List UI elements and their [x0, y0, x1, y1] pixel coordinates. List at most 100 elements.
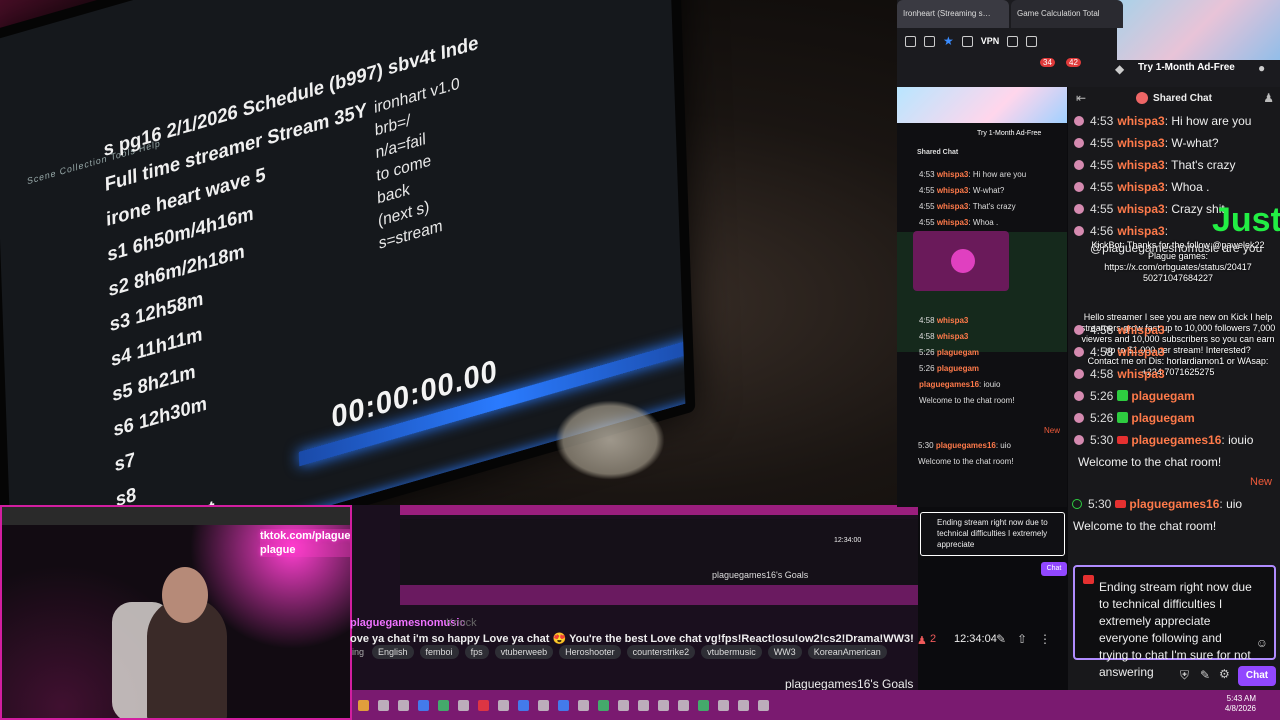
emoji-icon[interactable]: ☺ — [1256, 635, 1268, 652]
new-label: New — [1044, 426, 1061, 435]
system-clock[interactable]: 5:43 AM 4/8/2026 — [1225, 694, 1256, 714]
tag[interactable]: KoreanAmerican — [807, 645, 887, 659]
app-icon[interactable] — [458, 699, 469, 711]
notification-badge: 34 — [1040, 58, 1055, 67]
vscode-icon[interactable] — [418, 699, 429, 711]
legend-list: ironhart v1.0 brb=/ n/a=fail to come bac… — [374, 73, 465, 256]
mod-badge-icon — [1117, 412, 1129, 423]
mini-stream-info — [400, 519, 918, 587]
nested-message: 4:55 whispa3: That's crazy — [919, 202, 1016, 211]
tag[interactable]: femboi — [419, 645, 459, 659]
app-icon[interactable] — [498, 699, 509, 711]
mini-goals: plaguegames16's Goals — [712, 570, 809, 580]
goals-label: plaguegames16's Goals — [785, 677, 914, 691]
app-icon[interactable] — [718, 699, 729, 711]
chat-message: 4:58 whispa3 — [1074, 323, 1165, 337]
voice-popup[interactable] — [913, 231, 1009, 291]
tab-ironheart[interactable]: Ironheart (Streaming s… — [897, 0, 1009, 28]
badge-icon — [1072, 499, 1082, 509]
tag[interactable]: English — [372, 645, 414, 659]
bot-line: 50271047684227 — [1142, 273, 1214, 283]
youtube-badge-icon — [1115, 500, 1127, 508]
mid-message: 5:30 plaguegames16: uio — [918, 441, 1011, 450]
app-icon[interactable] — [678, 699, 689, 711]
camera-icon[interactable] — [1026, 35, 1038, 47]
vpn-button[interactable]: VPN — [981, 36, 1000, 46]
browser-chrome: Ironheart (Streaming s… Game Calculation… — [897, 0, 1280, 87]
chat-send-button[interactable]: Chat — [1238, 666, 1276, 686]
nested-ad-free: Try 1-Month Ad-Free — [977, 130, 1042, 137]
stream-title: ove ya chat i'm so happy Love ya chat 😍 … — [350, 633, 914, 645]
mini-taskbar — [400, 585, 918, 605]
clock-date: 4/8/2026 — [1224, 704, 1256, 713]
chat-input[interactable]: Ending stream right now due to technical… — [1073, 565, 1276, 679]
youtube-icon — [1083, 575, 1094, 584]
shield-icon[interactable]: ⛨ — [1180, 668, 1189, 683]
mid-chat-input[interactable]: Ending stream right now due to technical… — [920, 512, 1065, 556]
app-icon[interactable] — [638, 699, 649, 711]
settings-icon[interactable] — [378, 699, 389, 711]
chat-message: 5:26 plaguegam — [1074, 389, 1195, 403]
mid-chat-button[interactable]: Chat — [1041, 562, 1067, 576]
mid-welcome: Welcome to the chat room! — [918, 457, 1014, 466]
tag[interactable]: fps — [464, 645, 489, 659]
chat-message: 4:58 whispa3 — [1074, 345, 1165, 359]
pencil-icon[interactable]: ✎ — [1200, 668, 1210, 682]
just-overlay: Just — [1212, 201, 1280, 239]
app-icon[interactable] — [438, 699, 449, 711]
app-icon[interactable] — [738, 699, 749, 711]
gear-icon[interactable]: ⚙ — [1219, 667, 1230, 681]
app-icon[interactable] — [398, 699, 409, 711]
badge-icon — [1074, 325, 1084, 335]
users-icon[interactable]: ♟ — [1263, 91, 1274, 105]
notification-badge: 42 — [1066, 58, 1081, 67]
new-messages-label[interactable]: New — [1250, 476, 1272, 488]
taskbar — [352, 690, 1280, 720]
chat-message: 4:55 whispa3: W-what? — [1074, 136, 1219, 150]
chrome-icon[interactable] — [598, 699, 609, 711]
app-icon[interactable] — [758, 699, 769, 711]
tag[interactable]: Heroshooter — [559, 645, 621, 659]
app-icon[interactable] — [538, 699, 549, 711]
nested-shared-chat-header: Shared Chat — [917, 149, 959, 156]
star-icon[interactable]: ★ — [943, 34, 954, 48]
folder-icon[interactable] — [358, 699, 369, 711]
bits-icon[interactable]: ◆ — [1115, 62, 1124, 76]
badge-icon — [1074, 391, 1084, 401]
profile-icon[interactable]: ● — [1258, 61, 1265, 75]
microphone-icon[interactable] — [951, 249, 975, 273]
app-icon[interactable] — [578, 699, 589, 711]
tag[interactable]: vtubermusic — [701, 645, 762, 659]
extension-icon[interactable] — [1007, 35, 1019, 47]
tag[interactable]: counterstrike2 — [626, 645, 696, 659]
tag[interactable]: vtuberweeb — [494, 645, 554, 659]
app-icon[interactable] — [658, 699, 669, 711]
welcome-message: Welcome to the chat room! — [1073, 519, 1217, 533]
screenshot-icon[interactable] — [905, 35, 916, 47]
nested-bottom-messages: 4:58 whispa3 4:58 whispa3 5:26 plaguegam… — [919, 313, 1014, 409]
chat-message: 4:56 whispa3: — [1074, 224, 1168, 238]
tag[interactable]: WW3 — [767, 645, 802, 659]
nested-welcome: Welcome to the chat room! — [919, 396, 1015, 405]
mini-pink-bar — [400, 505, 918, 515]
badge-icon — [1074, 347, 1084, 357]
app-icon[interactable] — [558, 699, 569, 711]
app-icon[interactable] — [618, 699, 629, 711]
tab-game-calculation[interactable]: Game Calculation Total — [1011, 0, 1123, 28]
edge-icon[interactable] — [518, 699, 529, 711]
taskbar-icons — [358, 699, 769, 711]
knock-button[interactable]: Knock — [446, 617, 477, 629]
bookmarks-icon[interactable] — [924, 35, 935, 47]
chat-message: 5:30 plaguegames16: iouio — [1074, 433, 1253, 447]
nested-message: 4:58 whispa3 — [919, 316, 969, 325]
welcome-message: Welcome to the chat room! — [1078, 455, 1222, 469]
mid-chat-capture: New 5:30 plaguegames16: uio Welcome to t… — [918, 420, 1068, 690]
clock-time: 5:43 AM — [1226, 694, 1256, 703]
badge-icon — [1074, 226, 1084, 236]
download-icon[interactable] — [961, 35, 973, 47]
streamer-head — [162, 567, 208, 623]
ad-free-button[interactable]: Try 1-Month Ad-Free — [1138, 62, 1235, 73]
nested-messages: 4:53 whispa3: Hi how are you 4:55 whispa… — [919, 167, 1067, 231]
youtube-icon[interactable] — [478, 699, 489, 711]
app-icon[interactable] — [698, 699, 709, 711]
